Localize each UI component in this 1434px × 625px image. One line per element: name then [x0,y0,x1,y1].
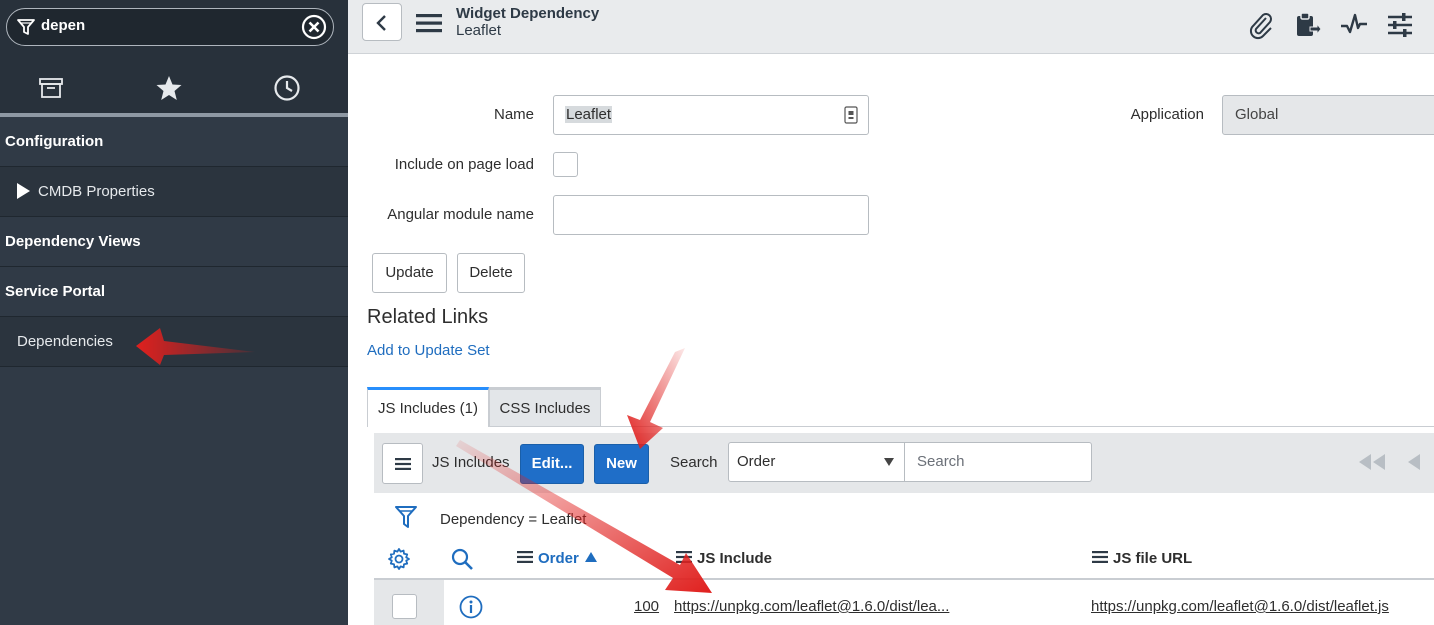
hamburger-icon [395,458,411,470]
column-label: Order [538,550,579,567]
filter-icon [17,19,35,35]
name-field-value: Leaflet [565,106,613,123]
tab-css-includes[interactable]: CSS Includes [489,387,601,427]
include-on-page-load-label: Include on page load [394,156,534,173]
form-title: Widget Dependency [456,5,600,22]
js-include-cell-link[interactable]: https://unpkg.com/leaflet@1.6.0/dist/lea… [674,598,949,615]
clear-filter-icon[interactable] [301,14,327,40]
sidebar-item-dependencies[interactable]: Dependencies [0,317,348,367]
navigator-filter-input[interactable]: depen [41,17,85,34]
favorites-star-icon[interactable] [155,74,183,102]
delete-button[interactable]: Delete [457,253,525,293]
angular-module-name-label: Angular module name [387,206,534,223]
column-menu-icon[interactable] [517,551,533,564]
sidebar-item-label: Dependency Views [5,233,141,250]
angular-module-name-field[interactable] [553,195,869,235]
column-header-js-file-url[interactable]: JS file URL [1092,550,1192,567]
related-links-heading: Related Links [367,306,489,328]
column-label: JS file URL [1113,550,1193,567]
search-field-selected: Order [737,453,776,470]
form-header: Widget Dependency Leaflet [348,0,1434,54]
history-clock-icon[interactable] [273,74,301,102]
related-list-toolbar: JS Includes Edit... New Search Order Sea… [374,433,1434,493]
filter-icon[interactable] [394,504,418,530]
column-menu-icon[interactable] [1092,551,1108,564]
first-page-icon[interactable] [1357,451,1389,473]
chevron-left-icon [376,15,386,31]
navigator-filter-bar: depen [0,0,348,62]
include-on-page-load-checkbox[interactable] [553,152,578,177]
dropdown-caret-icon [884,458,894,466]
application-navigator: depen Configuration CMDB Properties Depe… [0,0,348,625]
sidebar-item-label: Dependencies [17,333,113,350]
navigator-tabs [0,62,348,114]
order-cell-link[interactable]: 100 [634,598,659,615]
name-label: Name [493,106,534,123]
sidebar-item-label: Service Portal [5,283,106,300]
expand-triangle-icon [17,183,30,200]
all-apps-archive-icon[interactable] [37,74,65,102]
filter-breadcrumb[interactable]: Dependency = Leaflet [440,511,586,528]
gear-icon[interactable] [387,547,411,571]
js-file-url-cell-link[interactable]: https://unpkg.com/leaflet@1.6.0/dist/lea… [1091,598,1389,615]
search-icon[interactable] [450,547,474,571]
column-label: JS Include [697,550,773,567]
column-header-order[interactable]: Order [517,550,597,567]
sidebar-item-cmdb-properties[interactable]: CMDB Properties [0,167,348,217]
activity-pulse-icon[interactable] [1339,10,1369,40]
sort-ascending-icon [584,552,597,563]
search-label: Search [670,454,718,471]
sidebar-item-label: Configuration [5,133,104,150]
row-checkbox[interactable] [392,594,417,619]
list-context-menu-button[interactable] [382,443,423,484]
form-subtitle: Leaflet [456,22,502,39]
update-button[interactable]: Update [372,253,447,293]
sidebar-item-label: CMDB Properties [38,183,155,200]
translate-field-icon[interactable] [844,106,858,124]
add-to-update-set-link[interactable]: Add to Update Set [367,342,490,359]
application-field: Global [1222,95,1434,135]
previous-page-icon[interactable] [1404,451,1424,473]
navigator-filter-field[interactable]: depen [6,8,334,46]
sidebar-item-service-portal[interactable]: Service Portal [0,267,348,317]
info-icon[interactable] [459,595,483,619]
form-context-menu-icon[interactable] [416,12,442,34]
tab-js-includes[interactable]: JS Includes (1) [367,387,489,427]
sidebar-item-dependency-views[interactable]: Dependency Views [0,217,348,267]
sidebar-item-configuration[interactable]: Configuration [0,117,348,167]
column-header-divider [374,578,1434,580]
application-label: Application [1130,106,1204,123]
list-title: JS Includes [432,454,510,471]
paperclip-attachment-icon[interactable] [1246,10,1276,40]
search-input[interactable]: Search [904,442,1092,482]
column-menu-icon[interactable] [676,551,692,564]
column-header-js-include[interactable]: JS Include [676,550,772,567]
edit-button[interactable]: Edit... [520,444,584,484]
settings-sliders-icon[interactable] [1385,10,1415,40]
new-button[interactable]: New [594,444,649,484]
search-field-select[interactable]: Order [728,442,905,482]
back-button[interactable] [362,3,402,41]
clipboard-icon[interactable] [1292,10,1322,40]
